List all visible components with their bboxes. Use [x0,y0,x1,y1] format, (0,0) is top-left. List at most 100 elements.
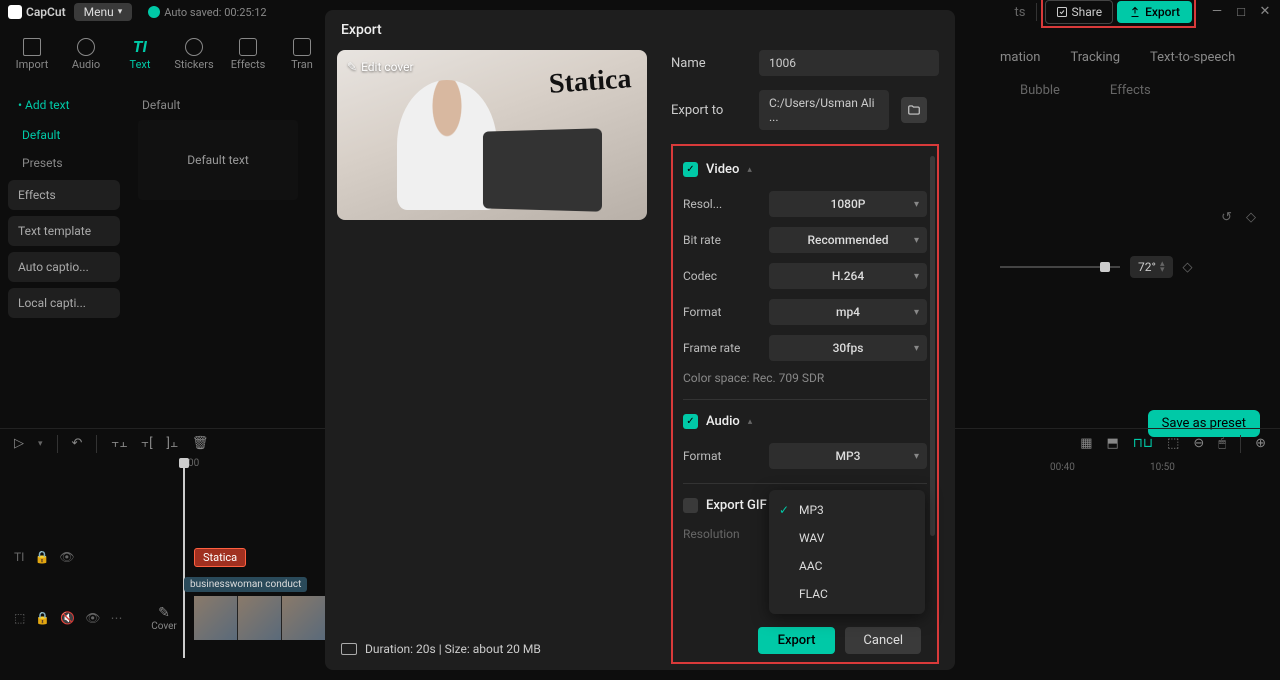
tab-effects[interactable]: Effects [224,34,272,75]
name-input[interactable]: 1006 [759,50,939,76]
codec-label: Codec [683,269,769,283]
tab-text[interactable]: TIText [116,33,164,75]
resolution-dropdown[interactable]: 1080P [769,191,927,217]
right-sub-bubble[interactable]: Bubble [1020,83,1060,98]
codec-dropdown[interactable]: H.264 [769,263,927,289]
video-format-dropdown[interactable]: mp4 [769,299,927,325]
highlight-share-export: Share Export [1041,0,1197,28]
angle-input[interactable]: 72°▴▾ [1130,256,1173,278]
check-icon [148,6,160,18]
cover-preview[interactable]: ✎ Edit cover Statica [337,50,647,220]
undo-button[interactable]: ↶ [72,436,83,451]
gif-checkbox[interactable] [683,498,698,513]
audio-format-dropdown[interactable]: MP3 [769,443,927,469]
preview-title: Default [138,94,298,116]
name-label: Name [671,56,747,71]
text-nav-effects[interactable]: Effects [8,180,120,210]
split-icon[interactable]: ⫟⫠ [111,436,127,451]
film-icon [341,643,357,655]
video-checkbox[interactable]: ✓ [683,162,698,177]
gif-resolution-label: Resolution [683,527,769,541]
right-tab-animation[interactable]: mation [1000,50,1040,65]
video-track-icon: ⬚ [14,611,25,625]
mouse-icon[interactable]: 🖱 [1218,436,1226,451]
option-mp3[interactable]: MP3 [769,496,925,524]
modal-title: Export [325,10,955,50]
highlight-export-settings: ✓ Video ▴ Resol...1080P Bit rateRecommen… [671,144,939,664]
fps-dropdown[interactable]: 30fps [769,335,927,361]
angle-slider[interactable] [1000,266,1120,268]
audio-checkbox[interactable]: ✓ [683,414,698,429]
folder-icon [907,103,921,117]
transition-icon [293,38,311,56]
tab-import[interactable]: Import [8,34,56,75]
collapse-icon-audio[interactable]: ▴ [748,417,753,427]
tool-icon-2[interactable]: ⬚ [1167,436,1179,451]
split-right-icon[interactable]: ]⫠ [167,436,178,451]
truncated-tab: ts [1015,5,1026,20]
text-nav-default[interactable]: Default [8,124,120,146]
video-clip-label[interactable]: businesswoman conduct [184,577,307,592]
zoom-in-icon[interactable]: ⊕ [1255,436,1266,451]
export-button-top[interactable]: Export [1117,1,1192,23]
audio-icon [77,38,95,56]
eye-icon-2[interactable]: 👁 [85,611,100,625]
zoom-out-icon[interactable]: ⊖ [1193,436,1204,451]
add-text-button[interactable]: • Add text [8,92,120,118]
text-nav-auto-captions[interactable]: Auto captio... [8,252,120,282]
close-button[interactable]: ✕ [1258,4,1272,20]
export-confirm-button[interactable]: Export [758,627,836,654]
lock-icon-2[interactable]: 🔒 [35,611,50,625]
tab-stickers[interactable]: Stickers [170,34,218,75]
logo-icon [8,5,22,19]
duration-text: Duration: 20s | Size: about 20 MB [365,642,541,656]
bitrate-dropdown[interactable]: Recommended [769,227,927,253]
fps-label: Frame rate [683,341,769,355]
pointer-tool[interactable]: ▷ [14,436,24,451]
audio-format-label: Format [683,449,769,463]
lock-icon[interactable]: 🔒 [34,550,49,564]
text-track-icon: TI [14,550,24,564]
option-aac[interactable]: AAC [769,552,925,580]
tab-transitions[interactable]: Tran [278,34,326,75]
audio-format-options: MP3 WAV AAC FLAC [769,490,925,614]
browse-folder-button[interactable] [901,97,927,123]
ruler-mark-40: 00:40 [1050,462,1075,473]
keyframe-icon[interactable]: ◇ [1183,260,1193,275]
default-text-preview[interactable]: Default text [138,120,298,200]
text-clip[interactable]: Statica [194,548,246,567]
text-nav-presets[interactable]: Presets [8,152,120,174]
option-flac[interactable]: FLAC [769,580,925,608]
tool-icon-1[interactable]: ▦ [1080,436,1092,451]
diamond-icon[interactable]: ◇ [1246,210,1256,225]
maximize-button[interactable]: □ [1234,4,1248,20]
eye-icon[interactable]: 👁 [59,550,74,564]
text-nav-template[interactable]: Text template [8,216,120,246]
delete-icon[interactable]: 🗑 [192,436,209,451]
mute-icon[interactable]: 🔇 [60,611,75,625]
bitrate-label: Bit rate [683,233,769,247]
tab-audio[interactable]: Audio [62,34,110,75]
right-tab-tracking[interactable]: Tracking [1070,50,1120,65]
link-icon[interactable]: ⬒ [1106,436,1118,451]
export-modal: Export ✎ Edit cover Statica Name 1006 Ex… [325,10,955,670]
share-button[interactable]: Share [1045,0,1114,24]
magnet-icon[interactable]: ⊓⊔ [1133,436,1153,451]
ruler-mark-50: 10:50 [1150,462,1175,473]
text-icon: TI [133,37,147,56]
minimize-button[interactable]: — [1210,4,1224,20]
cover-button[interactable]: ✎ Cover [144,605,184,632]
split-left-icon[interactable]: ⫟[ [141,436,152,451]
menu-button[interactable]: Menu▾ [74,3,133,21]
color-space-note: Color space: Rec. 709 SDR [683,371,927,385]
scrollbar[interactable] [930,156,935,536]
edit-cover-button[interactable]: ✎ Edit cover [347,60,414,74]
right-sub-effects[interactable]: Effects [1110,83,1151,98]
collapse-icon[interactable]: ▴ [747,165,752,175]
text-nav-local-captions[interactable]: Local capti... [8,288,120,318]
undo-icon[interactable]: ↺ [1221,210,1232,225]
right-tab-tts[interactable]: Text-to-speech [1150,50,1235,65]
option-wav[interactable]: WAV [769,524,925,552]
video-clip-thumbs[interactable] [194,596,326,640]
cancel-button[interactable]: Cancel [845,627,921,654]
